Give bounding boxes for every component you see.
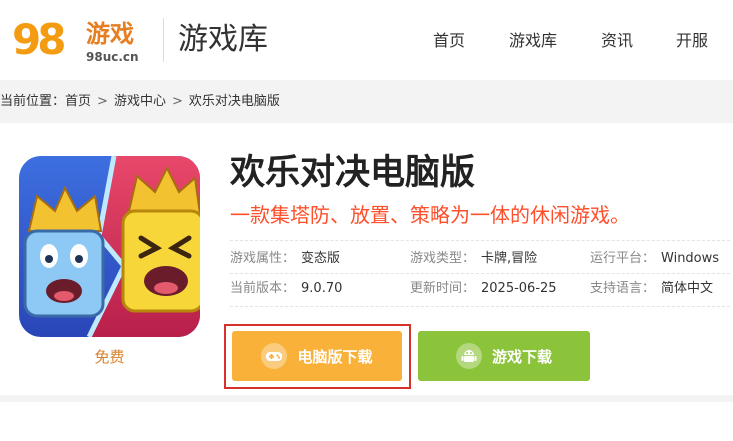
nav-item-games[interactable]: 游戏库 [509, 30, 557, 52]
info-value: 变态版 [301, 251, 341, 266]
info-label: 游戏属性： [230, 251, 296, 266]
info-version: 当前版本： 9.0.70 [230, 280, 342, 298]
info-platform: 运行平台： Windows [590, 250, 719, 268]
header-divider [163, 18, 164, 62]
info-attribute: 游戏属性： 变态版 [230, 250, 340, 268]
site-header: 98 游戏 98uc.cn 游戏库 首页 游戏库 资讯 开服 [0, 0, 733, 80]
game-download-button[interactable]: 游戏下载 [418, 331, 590, 381]
breadcrumb-current: 欢乐对决电脑版 [188, 94, 280, 109]
section-title: 游戏库 [178, 22, 268, 57]
breadcrumb-separator: > [97, 94, 108, 109]
info-label: 游戏类型： [410, 251, 476, 266]
logo-number: 98 [12, 15, 66, 64]
info-label: 运行平台： [590, 251, 656, 266]
price-label: 免费 [94, 348, 125, 366]
gamepad-icon [261, 343, 288, 369]
info-type: 游戏类型： 卡牌,冒险 [410, 250, 537, 268]
info-divider [230, 306, 730, 307]
info-value: 9.0.70 [301, 281, 343, 296]
breadcrumb-link-home[interactable]: 首页 [65, 94, 91, 109]
info-label: 支持语言： [590, 281, 656, 296]
info-divider [230, 240, 730, 241]
next-section-card [0, 402, 733, 441]
android-icon [455, 343, 482, 369]
logo-url: 98uc.cn [86, 50, 139, 64]
info-value: 简体中文 [661, 281, 714, 296]
info-divider [230, 273, 730, 274]
breadcrumb-separator: > [171, 94, 183, 109]
info-value: 2025-06-25 [481, 281, 557, 296]
info-label: 更新时间： [410, 281, 476, 296]
nav-item-news[interactable]: 资讯 [601, 30, 633, 52]
breadcrumb: 当前位置：首页 > 游戏中心 > 欢乐对决电脑版 [0, 93, 280, 111]
logo-text: 游戏 [86, 20, 134, 48]
info-value: Windows [661, 251, 720, 266]
pc-download-label: 电脑版下载 [297, 347, 373, 366]
breadcrumb-prefix: 当前位置： [0, 94, 66, 109]
game-title: 欢乐对决电脑版 [230, 153, 476, 193]
info-update-time: 更新时间： 2025-06-25 [410, 280, 557, 298]
game-slogan: 一款集塔防、放置、策略为一体的休闲游戏。 [230, 203, 630, 227]
info-label: 当前版本： [230, 281, 296, 296]
nav-item-servers[interactable]: 开服 [676, 30, 708, 52]
nav-item-home[interactable]: 首页 [433, 30, 465, 52]
breadcrumb-link-game-center[interactable]: 游戏中心 [114, 94, 166, 109]
game-detail-card: 免费 欢乐对决电脑版 一款集塔防、放置、策略为一体的休闲游戏。 游戏属性： 变态版… [0, 123, 733, 395]
game-app-icon [19, 156, 200, 337]
info-language: 支持语言： 简体中文 [590, 280, 713, 298]
game-download-label: 游戏下载 [491, 347, 552, 366]
site-logo[interactable]: 98 游戏 98uc.cn [12, 12, 152, 68]
pc-download-button[interactable]: 电脑版下载 [232, 331, 402, 381]
info-value: 卡牌,冒险 [481, 251, 538, 266]
